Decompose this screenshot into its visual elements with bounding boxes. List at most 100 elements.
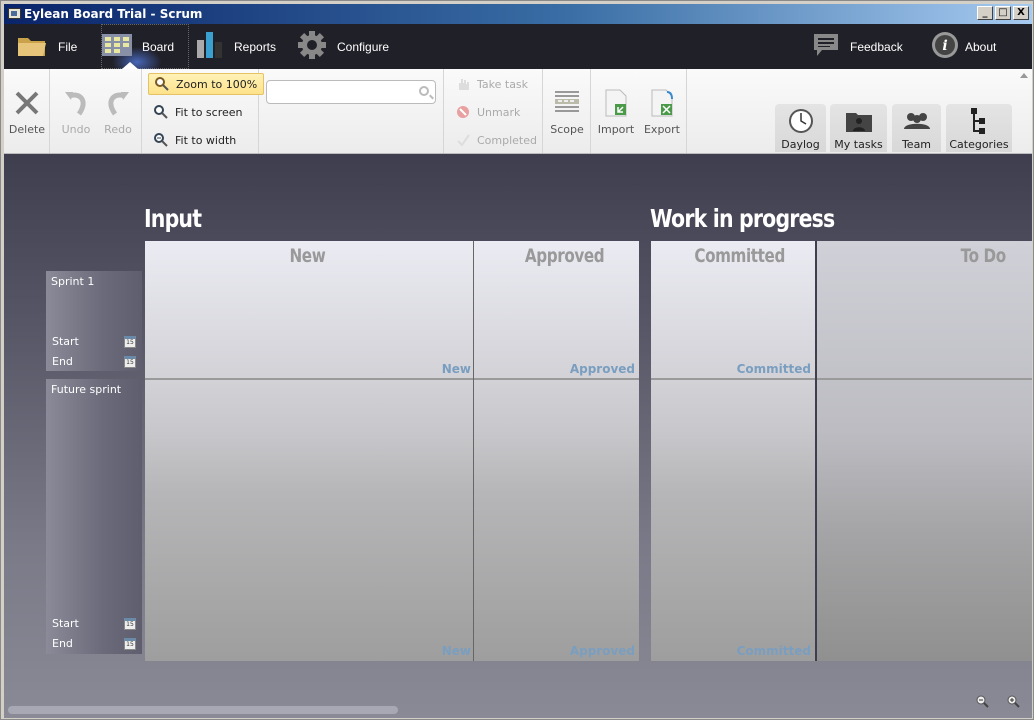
- fit-screen-button[interactable]: Fit to screen: [148, 101, 249, 123]
- calendar-icon[interactable]: 15: [124, 637, 136, 650]
- menu-board[interactable]: Board: [101, 24, 189, 77]
- take-task-button[interactable]: Take task: [450, 73, 534, 95]
- calendar-icon[interactable]: 15: [124, 617, 136, 630]
- scope-icon: [545, 87, 589, 119]
- committed-column: Committed Committed Committed: [651, 241, 815, 661]
- sprint-row-header[interactable]: Future sprint Start 15 End 15: [46, 379, 142, 654]
- menu-reports[interactable]: Reports: [196, 24, 276, 69]
- task-group: Take task Unmark Completed: [444, 69, 543, 153]
- horizontal-scrollbar[interactable]: [8, 706, 398, 714]
- zoom-group: Zoom to 100% Fit to screen Fit to width: [142, 69, 265, 153]
- scope-label: Scope: [550, 123, 584, 136]
- input-columns: New Approved New Approved New Approved: [145, 241, 639, 661]
- sprint-end-label: End: [52, 355, 73, 368]
- search-group: [259, 69, 444, 153]
- sprint-start-label: Start: [52, 335, 79, 348]
- undo-label: Undo: [61, 123, 91, 136]
- scope-button[interactable]: Scope: [545, 87, 589, 136]
- sprint-end-label: End: [52, 637, 73, 650]
- zoom-100-label: Zoom to 100%: [176, 77, 258, 91]
- folder-icon: [16, 32, 48, 61]
- info-icon: i: [931, 31, 959, 62]
- sprint-row-header[interactable]: Sprint 1 Start 15 End 15: [46, 271, 142, 371]
- panel-my-tasks[interactable]: My tasks: [830, 104, 887, 152]
- menu-feedback-label: Feedback: [850, 39, 903, 54]
- zoom-in-icon[interactable]: [1007, 694, 1021, 708]
- menu-configure-label: Configure: [337, 39, 390, 54]
- undo-button[interactable]: Undo: [54, 87, 98, 136]
- completed-label: Completed: [477, 133, 537, 147]
- app-window: Eylean Board Trial - Scrum _ □ X File Bo…: [0, 0, 1034, 720]
- edit-group: Delete: [4, 69, 50, 153]
- user-folder-icon: [830, 108, 887, 134]
- calendar-icon[interactable]: 15: [124, 335, 136, 348]
- section-title-input: Input: [144, 204, 202, 233]
- svg-text:i: i: [942, 38, 947, 54]
- minimize-button[interactable]: _: [977, 6, 993, 20]
- panel-daylog-label: Daylog: [781, 138, 820, 151]
- fit-width-label: Fit to width: [175, 133, 237, 147]
- title-bar: Eylean Board Trial - Scrum _ □ X: [4, 4, 1032, 24]
- search-icon: [419, 86, 429, 96]
- menu-feedback[interactable]: Feedback: [812, 24, 903, 69]
- import-icon: [594, 87, 638, 119]
- cell-label-new: New: [441, 644, 471, 658]
- search-input[interactable]: [266, 80, 436, 104]
- panel-categories[interactable]: Categories: [946, 104, 1012, 152]
- history-group: Undo Redo: [50, 69, 142, 153]
- maximize-button[interactable]: □: [995, 6, 1011, 20]
- bar-chart-icon: [196, 30, 224, 63]
- magnifier-icon: [155, 77, 169, 91]
- column-header-todo: To Do: [960, 245, 1007, 267]
- zoom-out-icon[interactable]: [976, 694, 990, 708]
- redo-button[interactable]: Redo: [96, 87, 140, 136]
- completed-button[interactable]: Completed: [450, 129, 543, 151]
- column-header-committed: Committed: [694, 245, 785, 267]
- cell-label-approved: Approved: [569, 362, 635, 376]
- panel-daylog[interactable]: Daylog: [775, 104, 826, 152]
- fit-screen-label: Fit to screen: [175, 105, 243, 119]
- calendar-icon[interactable]: 15: [124, 355, 136, 368]
- import-export-group: Import Export: [591, 69, 687, 153]
- take-task-label: Take task: [477, 77, 529, 91]
- menu-configure[interactable]: Configure: [297, 24, 389, 69]
- column-divider: [473, 241, 474, 661]
- redo-icon: [96, 87, 140, 119]
- gear-icon: [297, 30, 327, 63]
- delete-x-icon: [5, 87, 49, 119]
- board-canvas: Input Work in progress Sprint 1 Start 15 …: [4, 154, 1032, 718]
- fit-width-icon: [154, 133, 168, 147]
- cell-label-committed: Committed: [736, 644, 811, 658]
- todo-column: To Do: [817, 241, 1032, 661]
- column-header-approved: Approved: [524, 245, 605, 267]
- redo-label: Redo: [104, 123, 132, 136]
- export-button[interactable]: Export: [640, 87, 684, 136]
- sprint-name: Sprint 1: [51, 275, 95, 288]
- panel-my-tasks-label: My tasks: [834, 138, 883, 151]
- menu-file[interactable]: File: [16, 24, 77, 69]
- hand-icon: [456, 77, 470, 91]
- column-header-new: New: [289, 245, 326, 267]
- unmark-button[interactable]: Unmark: [450, 101, 526, 123]
- checkmark-icon: [456, 133, 470, 147]
- sprint-start-label: Start: [52, 617, 79, 630]
- collapse-ribbon-icon[interactable]: [1020, 73, 1028, 78]
- panel-team[interactable]: Team: [892, 104, 941, 152]
- cell-label-committed: Committed: [736, 362, 811, 376]
- delete-label: Delete: [8, 123, 46, 136]
- main-menu-bar: File Board Reports Configure Feedback: [4, 24, 1032, 77]
- hierarchy-icon: [946, 108, 1012, 134]
- unmark-icon: [456, 105, 470, 119]
- zoom-100-button[interactable]: Zoom to 100%: [148, 73, 265, 95]
- export-excel-icon: [640, 87, 684, 119]
- delete-button[interactable]: Delete: [5, 87, 49, 136]
- unmark-label: Unmark: [477, 105, 521, 119]
- close-button[interactable]: X: [1013, 6, 1029, 20]
- menu-reports-label: Reports: [234, 39, 277, 54]
- clock-icon: [775, 108, 826, 134]
- menu-about[interactable]: i About: [931, 24, 996, 69]
- fit-width-button[interactable]: Fit to width: [148, 129, 242, 151]
- fit-screen-icon: [154, 105, 168, 119]
- cell-label-new: New: [441, 362, 471, 376]
- import-button[interactable]: Import: [594, 87, 638, 136]
